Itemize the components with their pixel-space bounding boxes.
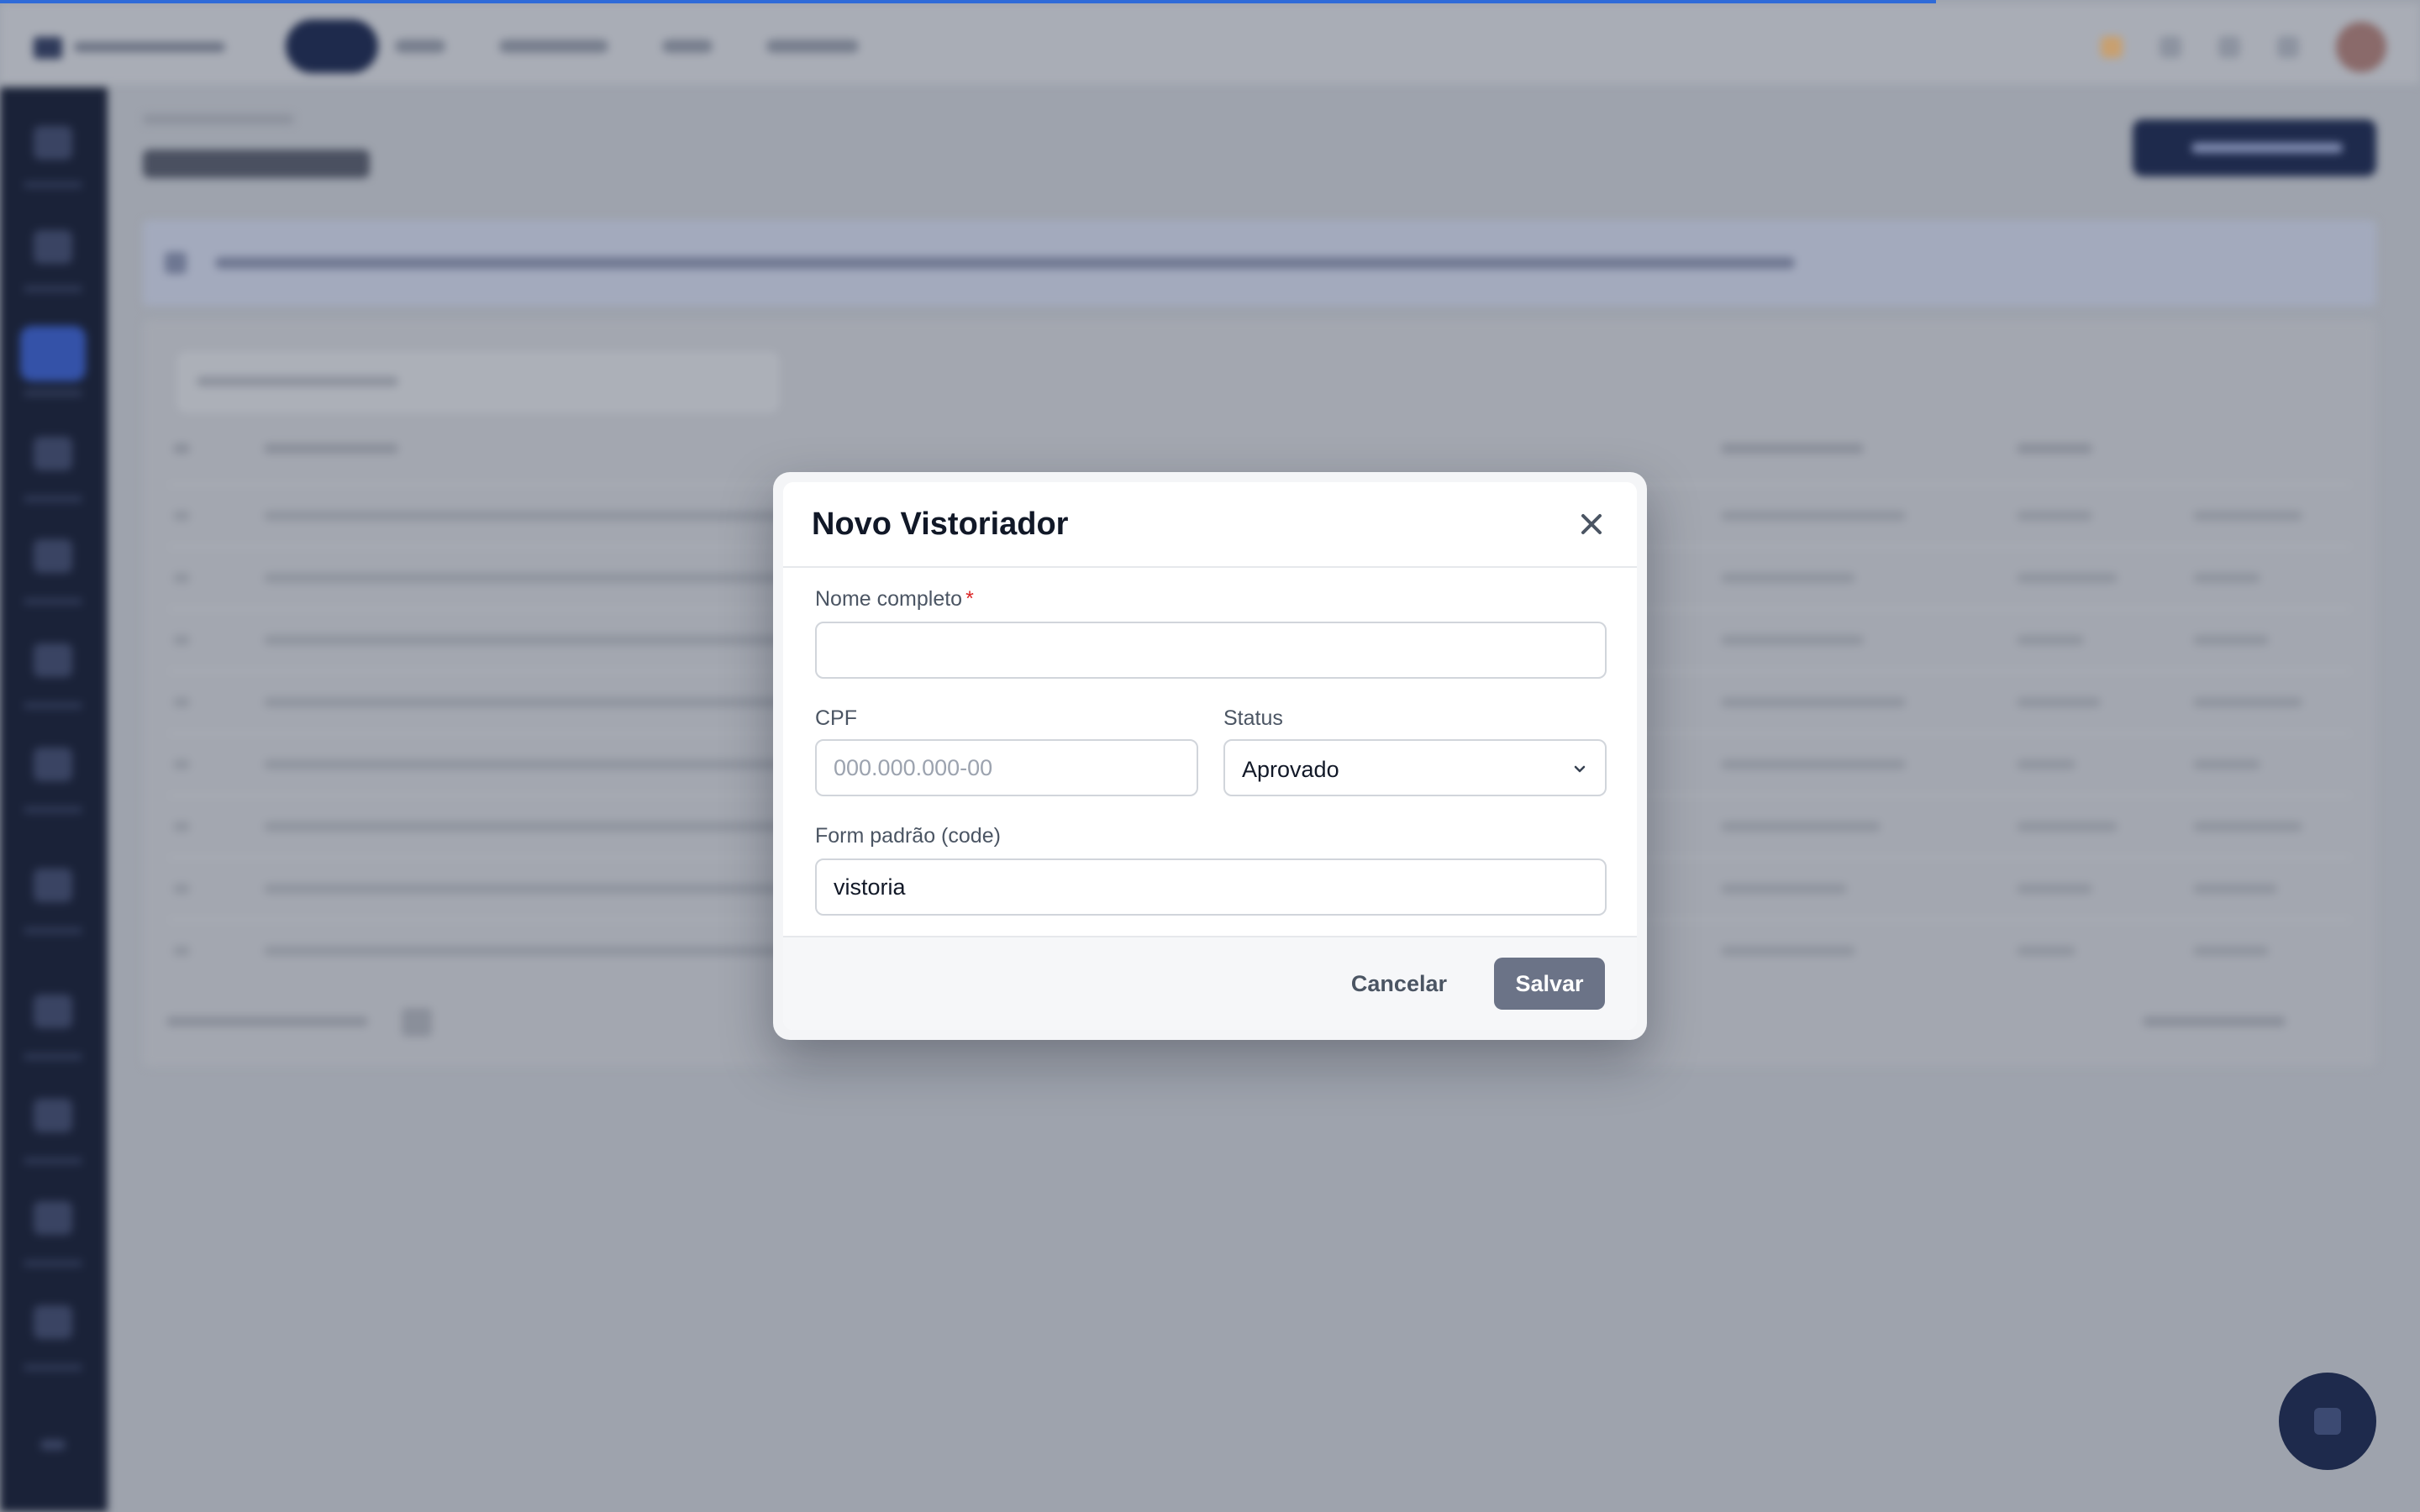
field-label-form: Form padrão (code) xyxy=(815,824,1001,848)
page-button[interactable] xyxy=(402,1008,432,1037)
breadcrumb xyxy=(143,114,294,124)
modal-footer: Cancelar Salvar xyxy=(783,936,1637,1030)
cancel-button[interactable]: Cancelar xyxy=(1334,958,1464,1010)
table-header-cell xyxy=(2017,444,2092,454)
sidebar-item[interactable] xyxy=(34,437,72,470)
sidebar-item-label xyxy=(24,496,82,502)
modal-header: Novo Vistoriador xyxy=(783,482,1637,568)
table-header-cell xyxy=(264,444,398,454)
modal-dialog: Novo Vistoriador Nome completo* CPF Stat… xyxy=(773,472,1647,1040)
page-info xyxy=(2143,1016,2286,1026)
form-code-input[interactable] xyxy=(815,858,1607,916)
field-label-nome: Nome completo * xyxy=(815,586,974,612)
status-select-value: Aprovado xyxy=(1242,757,1339,782)
sidebar-item[interactable] xyxy=(34,995,72,1028)
loading-progress-bar xyxy=(0,0,1936,3)
top-nav-link[interactable] xyxy=(499,39,608,53)
sidebar-item-label xyxy=(24,1260,82,1267)
full-name-input[interactable] xyxy=(815,622,1607,679)
sidebar-item-label xyxy=(24,181,82,188)
save-button[interactable]: Salvar xyxy=(1494,958,1605,1010)
sidebar-item-label xyxy=(24,1053,82,1060)
info-icon xyxy=(165,252,187,274)
required-mark: * xyxy=(965,587,974,611)
top-nav-link[interactable] xyxy=(766,39,859,53)
sidebar-item[interactable] xyxy=(34,230,72,264)
avatar[interactable] xyxy=(2336,22,2386,72)
page-title xyxy=(143,150,370,178)
cpf-input[interactable] xyxy=(815,739,1198,796)
sidebar-item[interactable] xyxy=(34,643,72,677)
field-label-status: Status xyxy=(1223,706,1283,730)
top-nav-link[interactable] xyxy=(662,39,713,53)
modal-panel: Novo Vistoriador Nome completo* CPF Stat… xyxy=(783,482,1637,1030)
rows-per-page[interactable] xyxy=(166,1016,368,1026)
top-nav-active-tab[interactable] xyxy=(286,19,378,73)
notification-icon[interactable] xyxy=(2101,36,2123,58)
grid-icon[interactable] xyxy=(2160,36,2181,58)
floating-action-button[interactable] xyxy=(2279,1373,2376,1470)
sidebar-item-label xyxy=(24,390,82,396)
table-header-cell xyxy=(173,444,190,454)
info-banner-text xyxy=(215,257,1795,269)
chevron-down-icon xyxy=(1571,761,1588,778)
settings-icon[interactable] xyxy=(2218,36,2240,58)
top-icons xyxy=(2101,22,2386,72)
sidebar-collapse-icon[interactable] xyxy=(40,1440,66,1450)
sidebar-item-label xyxy=(24,1364,82,1371)
page-action-button[interactable] xyxy=(2133,119,2376,176)
sidebar-item-label xyxy=(24,806,82,813)
top-nav xyxy=(286,18,859,74)
info-banner xyxy=(143,220,2376,306)
sidebar-item[interactable] xyxy=(34,1305,72,1339)
table-search-input[interactable] xyxy=(178,353,778,412)
field-label-cpf: CPF xyxy=(815,706,857,730)
table-header-cell xyxy=(1721,444,1864,454)
app-logo xyxy=(34,34,235,59)
field-label-text: Nome completo xyxy=(815,587,963,611)
status-select[interactable]: Aprovado xyxy=(1223,739,1607,796)
close-icon[interactable] xyxy=(1575,507,1608,541)
sidebar-item-label xyxy=(24,927,82,934)
sidebar-item-label xyxy=(24,1158,82,1164)
help-icon[interactable] xyxy=(2277,36,2299,58)
sidebar-item-label xyxy=(24,598,82,605)
sidebar-item[interactable] xyxy=(34,539,72,573)
sidebar-item[interactable] xyxy=(34,748,72,781)
modal-title: Novo Vistoriador xyxy=(812,507,1069,542)
fab-icon xyxy=(2314,1408,2341,1435)
sidebar-item[interactable] xyxy=(34,1099,72,1132)
modal-body: Nome completo* CPF Status Aprovado Form … xyxy=(783,568,1637,916)
sidebar-item[interactable] xyxy=(34,126,72,160)
sidebar-item-label xyxy=(24,286,82,292)
sidebar-item[interactable] xyxy=(34,869,72,902)
sidebar xyxy=(0,87,108,1512)
top-navbar xyxy=(0,3,2420,84)
top-nav-link[interactable] xyxy=(395,39,445,53)
sidebar-item-active[interactable] xyxy=(20,326,86,381)
sidebar-item[interactable] xyxy=(34,1201,72,1235)
sidebar-item-label xyxy=(24,702,82,709)
